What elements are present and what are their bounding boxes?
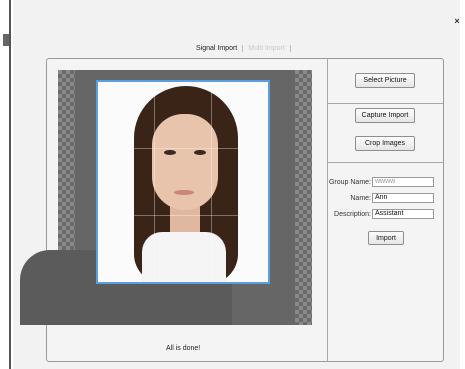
crop-grid-line: [98, 215, 268, 216]
transparency-checker-right: [295, 70, 312, 325]
tab-multi-import[interactable]: Multi Import: [243, 44, 291, 52]
import-button[interactable]: Import: [368, 231, 404, 245]
section-divider: [328, 162, 443, 163]
close-icon[interactable]: ×: [452, 16, 462, 26]
portrait-eye-right: [194, 150, 206, 155]
crop-selection-photo[interactable]: [96, 80, 270, 284]
portrait-face: [152, 114, 218, 210]
capture-import-button[interactable]: Capture Import: [355, 108, 415, 123]
crop-images-button[interactable]: Crop Images: [355, 136, 415, 151]
crop-grid-line: [211, 82, 212, 282]
panel-divider: [327, 59, 328, 361]
crop-grid-line: [154, 82, 155, 282]
description-field[interactable]: Assistant: [372, 209, 434, 219]
window-edge-line: [9, 0, 11, 369]
group-name-field[interactable]: wwww: [372, 177, 434, 187]
crop-grid-line: [98, 148, 268, 149]
tab-signal-import[interactable]: Signal Import: [196, 44, 244, 52]
name-label: Name:: [350, 195, 371, 202]
name-field[interactable]: Ann: [372, 193, 434, 203]
left-window-edge: [0, 0, 13, 369]
window-edge-marker: [3, 34, 9, 46]
portrait-lips: [174, 190, 194, 195]
section-divider: [328, 103, 443, 104]
status-message: All is done!: [166, 345, 201, 352]
select-picture-button[interactable]: Select Picture: [355, 73, 415, 88]
import-mode-tabs: Signal Import Multi Import: [196, 41, 291, 55]
description-label: Description:: [334, 211, 371, 218]
group-name-label: Group Name:: [328, 179, 371, 186]
portrait-eye-left: [164, 150, 176, 155]
